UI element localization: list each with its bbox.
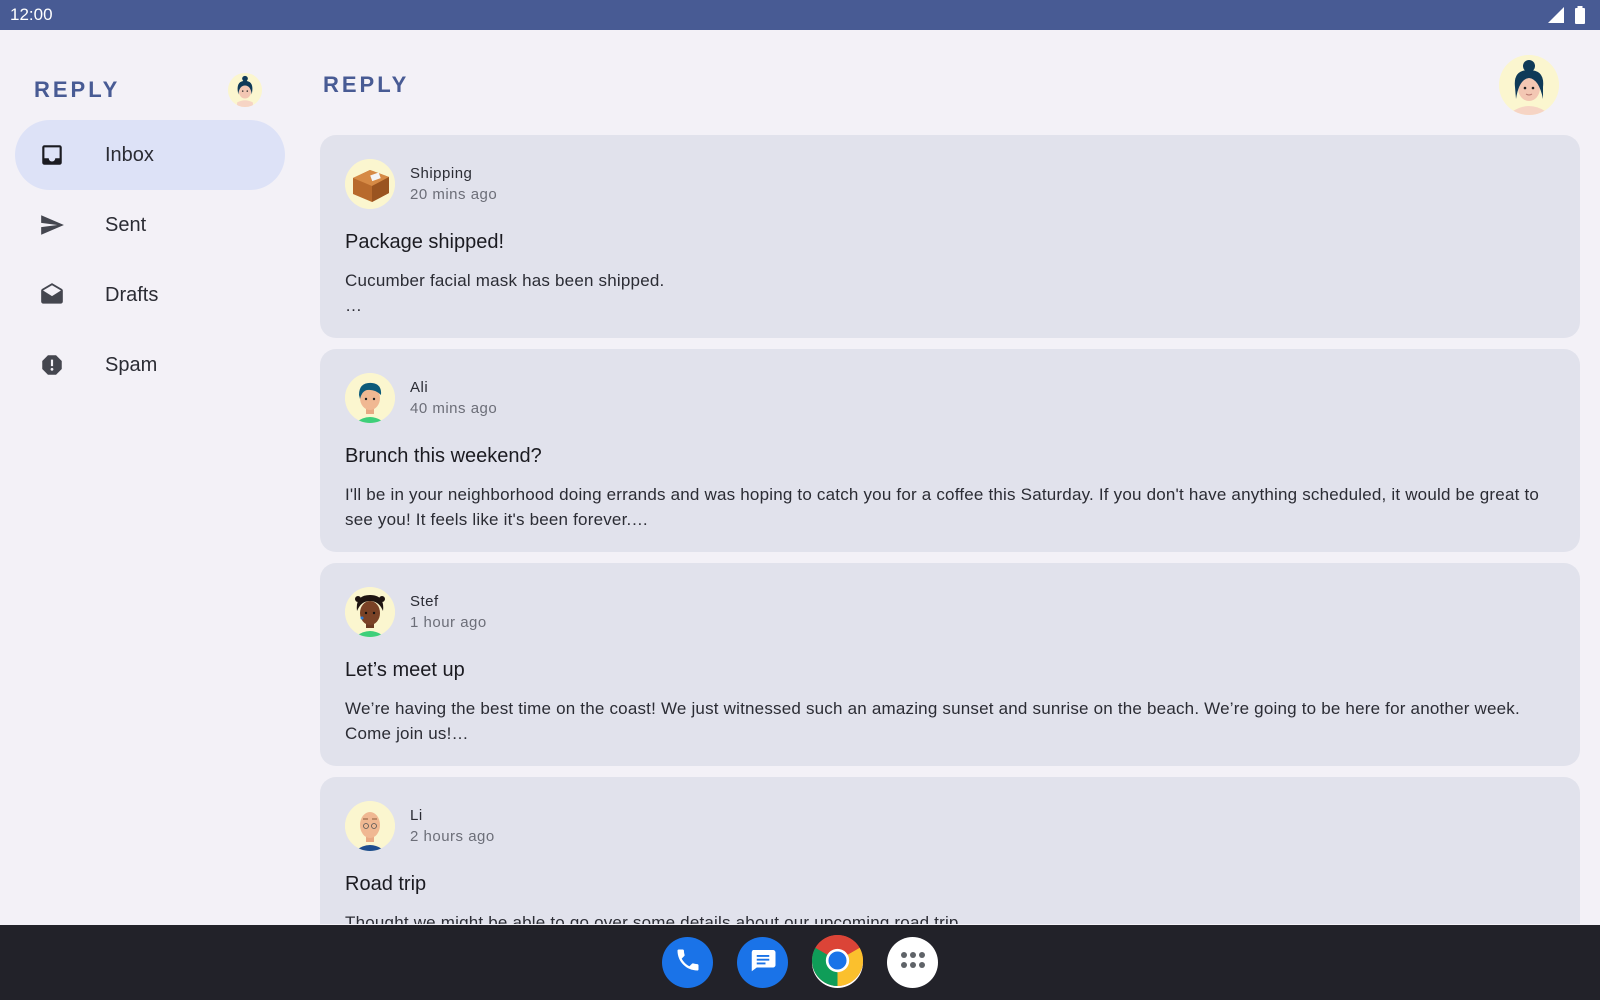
signal-icon	[1548, 7, 1564, 23]
sender-avatar-shipping	[345, 159, 395, 209]
profile-avatar-small[interactable]	[228, 73, 262, 107]
email-header: Shipping 20 mins ago	[345, 159, 1555, 209]
email-list: Shipping 20 mins ago Package shipped! Cu…	[320, 135, 1580, 924]
sender-avatar-stef	[345, 587, 395, 637]
email-timestamp: 1 hour ago	[410, 614, 487, 631]
email-card-stef[interactable]: Stef 1 hour ago Let’s meet up We’re havi…	[320, 563, 1580, 766]
email-subject: Brunch this weekend?	[345, 445, 542, 467]
status-icons	[1548, 6, 1586, 24]
email-card-ali[interactable]: Ali 40 mins ago Brunch this weekend? I'l…	[320, 349, 1580, 552]
status-time: 12:00	[10, 5, 53, 24]
drafts-icon	[37, 280, 67, 310]
nav-label-spam: Spam	[105, 353, 158, 376]
app-drawer-icon	[900, 951, 926, 974]
email-preview: Cucumber facial mask has been shipped. …	[345, 271, 665, 315]
nav-item-drafts[interactable]: Drafts	[15, 260, 285, 330]
profile-avatar[interactable]	[1499, 55, 1559, 115]
nav-list: Inbox Sent Drafts Spam	[15, 120, 285, 400]
email-timestamp: 2 hours ago	[410, 828, 495, 845]
sender-meta: Stef 1 hour ago	[410, 593, 487, 631]
email-preview: We’re having the best time on the coast!…	[345, 699, 1520, 743]
messages-app[interactable]	[737, 937, 788, 988]
email-timestamp: 20 mins ago	[410, 186, 498, 203]
sender-meta: Li 2 hours ago	[410, 807, 495, 845]
inbox-icon	[37, 140, 67, 170]
sender-avatar-li	[345, 801, 395, 851]
phone-icon	[674, 946, 702, 979]
sender-name: Stef	[410, 593, 439, 610]
sender-name: Li	[410, 807, 423, 824]
sender-meta: Ali 40 mins ago	[410, 379, 497, 417]
nav-item-inbox[interactable]: Inbox	[15, 120, 285, 190]
main-logo: REPLY	[323, 72, 410, 97]
main-header: REPLY	[320, 55, 1580, 130]
sidebar-header: REPLY	[34, 68, 264, 112]
taskbar	[0, 925, 1600, 1000]
email-timestamp: 40 mins ago	[410, 400, 498, 417]
report-icon	[37, 350, 67, 380]
status-bar: 12:00	[0, 0, 1600, 30]
email-subject: Road trip	[345, 873, 427, 895]
main-content: REPLY Shipping 20 mins ago Package shipp…	[320, 30, 1580, 924]
app-drawer[interactable]	[887, 937, 938, 988]
nav-item-sent[interactable]: Sent	[15, 190, 285, 260]
sender-avatar-ali	[345, 373, 395, 423]
email-card-shipping[interactable]: Shipping 20 mins ago Package shipped! Cu…	[320, 135, 1580, 338]
chrome-app[interactable]	[811, 934, 864, 991]
email-subject: Package shipped!	[345, 231, 505, 253]
battery-icon	[1574, 6, 1586, 24]
chrome-icon	[811, 934, 864, 991]
send-icon	[37, 210, 67, 240]
email-header: Ali 40 mins ago	[345, 373, 1555, 423]
nav-label-sent: Sent	[105, 213, 147, 236]
nav-label-drafts: Drafts	[105, 283, 159, 306]
phone-app[interactable]	[662, 937, 713, 988]
sender-meta: Shipping 20 mins ago	[410, 165, 497, 203]
email-header: Stef 1 hour ago	[345, 587, 1555, 637]
sender-name: Ali	[410, 379, 429, 396]
email-subject: Let’s meet up	[345, 659, 465, 681]
email-preview: Thought we might be able to go over some…	[345, 913, 964, 924]
navigation-rail: REPLY Inbox Sent Drafts Spam	[0, 30, 300, 924]
messages-icon	[748, 945, 778, 980]
nav-item-spam[interactable]: Spam	[15, 330, 285, 400]
email-header: Li 2 hours ago	[345, 801, 1555, 851]
sender-name: Shipping	[410, 165, 473, 182]
email-card-li[interactable]: Li 2 hours ago Road trip Thought we migh…	[320, 777, 1580, 924]
email-preview: I'll be in your neighborhood doing erran…	[345, 485, 1540, 529]
nav-label-inbox: Inbox	[105, 143, 154, 166]
app-logo: REPLY	[34, 77, 121, 102]
